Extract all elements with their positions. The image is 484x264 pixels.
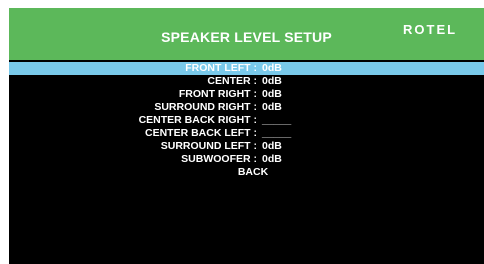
- brand-logo: ROTEL: [403, 22, 458, 37]
- menu-item-label: SURROUND RIGHT :: [154, 101, 257, 113]
- menu-item-label: CENTER :: [207, 75, 257, 87]
- menu-item-front-left[interactable]: FRONT LEFT : 0dB: [9, 62, 484, 75]
- header-bar: SPEAKER LEVEL SETUP ROTEL: [9, 8, 484, 60]
- menu-item-label: SURROUND LEFT :: [160, 140, 257, 152]
- menu-item-label: FRONT RIGHT :: [178, 88, 257, 100]
- menu-item-label: SUBWOOFER :: [181, 153, 257, 165]
- menu-item-surround-right[interactable]: SURROUND RIGHT : 0dB: [9, 101, 484, 114]
- menu-item-center-back-left[interactable]: CENTER BACK LEFT : _____: [9, 127, 484, 140]
- menu-item-center[interactable]: CENTER : 0dB: [9, 75, 484, 88]
- menu-item-value: 0dB: [262, 88, 282, 100]
- menu-item-label: CENTER BACK LEFT :: [145, 127, 257, 139]
- menu-item-subwoofer[interactable]: SUBWOOFER : 0dB: [9, 153, 484, 166]
- menu-item-back[interactable]: BACK: [9, 166, 484, 179]
- menu-item-value: 0dB: [262, 140, 282, 152]
- menu-item-value: _____: [262, 114, 292, 126]
- osd-screen: SPEAKER LEVEL SETUP ROTEL FRONT LEFT : 0…: [9, 8, 484, 264]
- back-button[interactable]: BACK: [9, 166, 484, 179]
- menu-item-surround-left[interactable]: SURROUND LEFT : 0dB: [9, 140, 484, 153]
- menu-item-center-back-right[interactable]: CENTER BACK RIGHT : _____: [9, 114, 484, 127]
- menu-item-value: 0dB: [262, 153, 282, 165]
- speaker-level-menu: FRONT LEFT : 0dB CENTER : 0dB FRONT RIGH…: [9, 62, 484, 179]
- menu-item-value: 0dB: [262, 62, 282, 74]
- menu-item-value: _____: [262, 127, 292, 139]
- menu-item-label: FRONT LEFT :: [185, 62, 257, 74]
- menu-item-value: 0dB: [262, 101, 282, 113]
- menu-item-label: CENTER BACK RIGHT :: [138, 114, 257, 126]
- menu-item-front-right[interactable]: FRONT RIGHT : 0dB: [9, 88, 484, 101]
- menu-item-value: 0dB: [262, 75, 282, 87]
